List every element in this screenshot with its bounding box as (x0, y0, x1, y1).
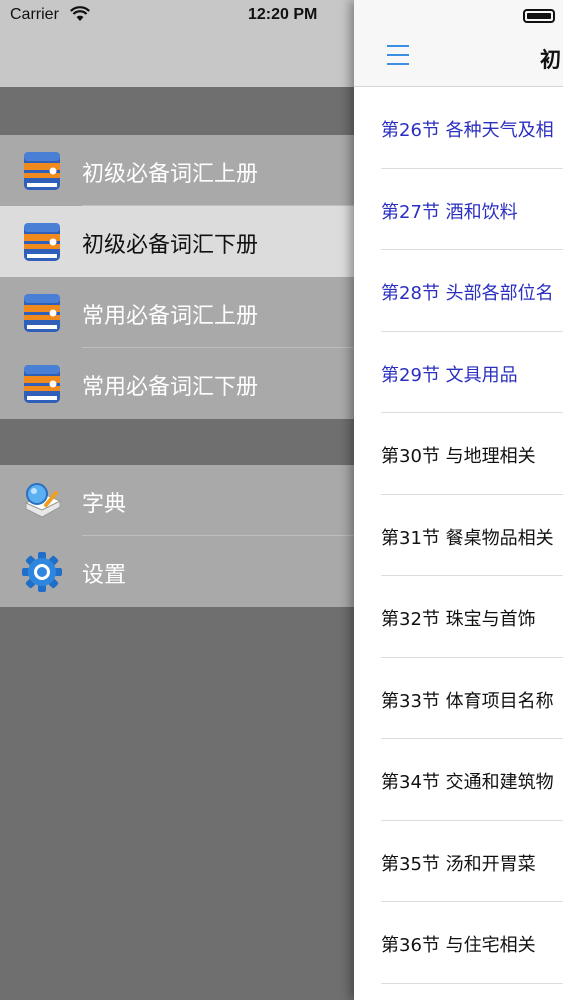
book-icon (20, 220, 64, 264)
lesson-title: 第30节 与地理相关 (381, 446, 536, 467)
menu-item-label: 设置 (82, 563, 127, 588)
lesson-title: 第34节 交通和建筑物 (381, 772, 554, 793)
list-item[interactable]: 第30节 与地理相关 (354, 413, 563, 495)
list-item[interactable]: 第32节 珠宝与首饰 (354, 576, 563, 658)
book-list: 初级必备词汇上册 初级必备词汇下册 常用必备词汇上册 常用必备词汇下册 (0, 135, 354, 419)
list-item[interactable]: 第27节 酒和饮料 (354, 169, 563, 250)
menu-item-label: 常用必备词汇上册 (82, 304, 259, 329)
list-item[interactable]: 第35节 汤和开胃菜 (354, 821, 563, 902)
lesson-title: 第28节 头部各部位名 (381, 283, 554, 304)
wifi-icon (70, 6, 90, 21)
list-item[interactable]: 第31节 餐桌物品相关 (354, 495, 563, 576)
battery-icon (523, 9, 555, 23)
lesson-title: 第29节 文具用品 (381, 364, 518, 386)
menu-item-label: 常用必备词汇下册 (82, 375, 259, 400)
lesson-title: 第33节 体育项目名称 (381, 690, 554, 712)
lesson-list: 第26节 各种天气及相 第27节 酒和饮料 第28节 头部各部位名 第29节 文… (354, 87, 563, 984)
menu-item-book-3[interactable]: 常用必备词汇上册 (0, 277, 354, 348)
menu-icon[interactable] (387, 45, 409, 65)
menu-item-book-4[interactable]: 常用必备词汇下册 (0, 348, 354, 419)
list-item[interactable]: 第29节 文具用品 (354, 332, 563, 413)
menu-item-label: 字典 (82, 492, 127, 517)
page-title: 初 (540, 48, 561, 72)
book-icon (20, 362, 64, 406)
dictionary-icon (20, 479, 64, 523)
menu-item-label: 初级必备词汇上册 (82, 162, 259, 187)
lesson-title: 第27节 酒和饮料 (381, 201, 518, 223)
book-icon (20, 149, 64, 193)
list-item[interactable]: 第26节 各种天气及相 (354, 87, 563, 169)
lesson-title: 第31节 餐桌物品相关 (381, 527, 554, 549)
menu-item-book-2[interactable]: 初级必备词汇下册 (0, 206, 354, 277)
lesson-title: 第36节 与住宅相关 (381, 935, 536, 956)
list-item[interactable]: 第34节 交通和建筑物 (354, 739, 563, 821)
book-icon (20, 291, 64, 335)
menu-item-label: 初级必备词汇下册 (82, 233, 259, 258)
status-bar: Carrier 12:20 PM (0, 0, 563, 32)
lesson-title: 第32节 珠宝与首饰 (381, 609, 536, 630)
lesson-title: 第26节 各种天气及相 (381, 120, 554, 141)
side-menu: 初级必备词汇上册 初级必备词汇下册 常用必备词汇上册 常用必备词汇下册 字典 设… (0, 0, 354, 1000)
status-time: 12:20 PM (248, 6, 318, 23)
menu-item-book-1[interactable]: 初级必备词汇上册 (0, 135, 354, 206)
tool-list: 字典 设置 (0, 465, 354, 607)
divider (381, 982, 563, 984)
gear-icon (20, 550, 64, 594)
carrier-label: Carrier (10, 6, 59, 23)
menu-item-dictionary[interactable]: 字典 (0, 465, 354, 536)
list-item[interactable]: 第36节 与住宅相关 (354, 902, 563, 984)
list-item[interactable]: 第33节 体育项目名称 (354, 658, 563, 739)
list-item[interactable]: 第28节 头部各部位名 (354, 250, 563, 332)
menu-item-settings[interactable]: 设置 (0, 536, 354, 607)
lesson-title: 第35节 汤和开胃菜 (381, 853, 536, 875)
app-screen: 初级必备词汇上册 初级必备词汇下册 常用必备词汇上册 常用必备词汇下册 字典 设… (0, 0, 563, 1000)
lesson-panel: 初 第26节 各种天气及相 第27节 酒和饮料 第28节 头部各部位名 第29节… (354, 0, 563, 1000)
